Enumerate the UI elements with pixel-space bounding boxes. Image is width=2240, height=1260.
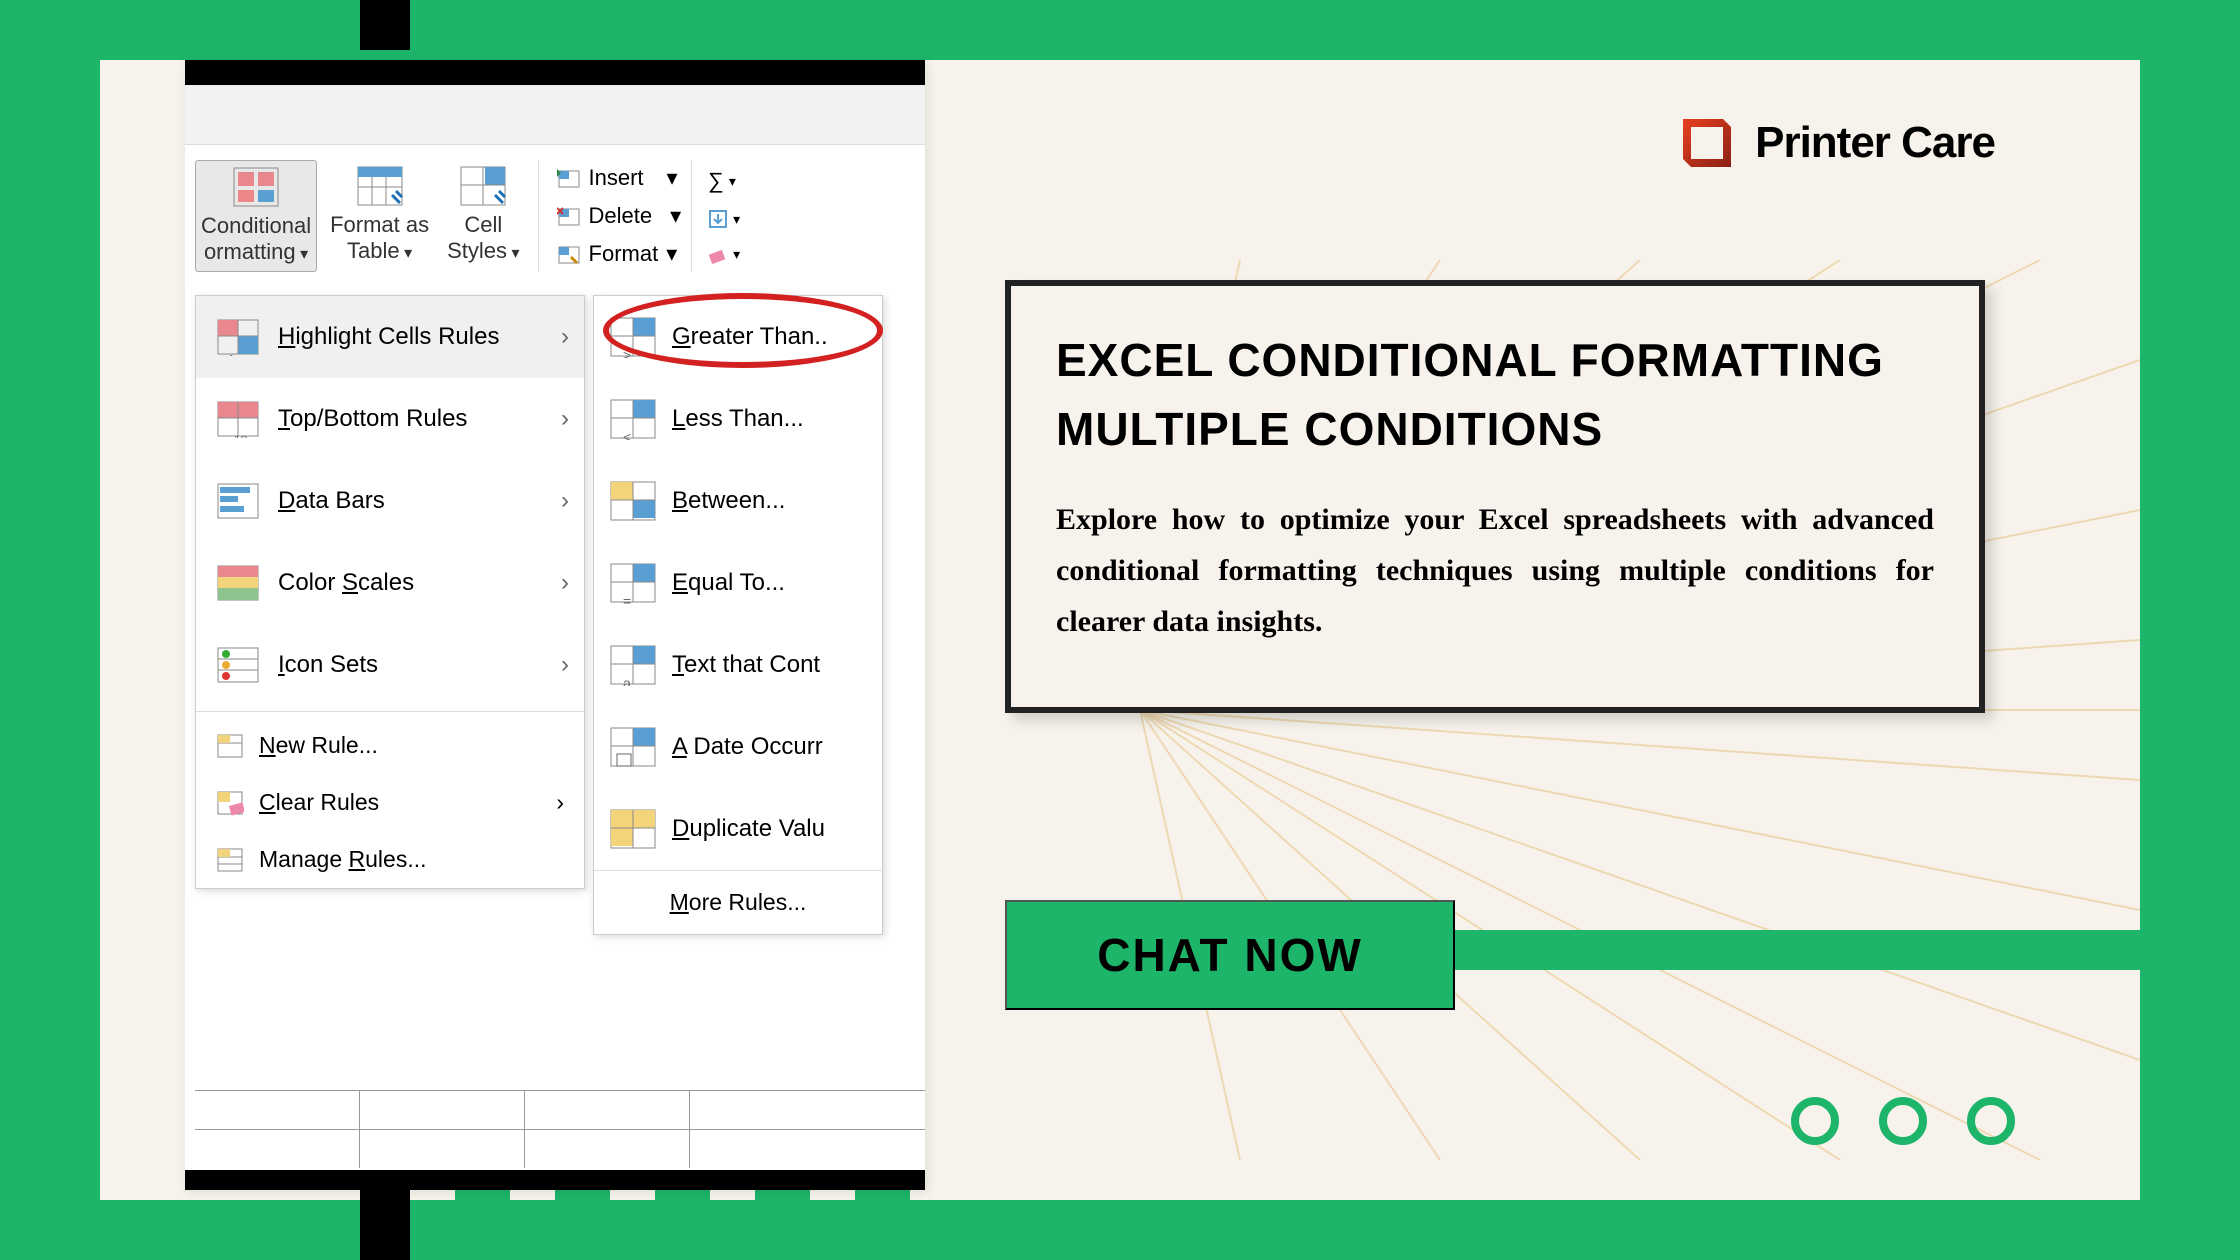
- clear-rules-icon: [216, 790, 244, 816]
- delete-icon: [557, 205, 581, 227]
- conditional-formatting-button[interactable]: Conditionalormatting: [195, 160, 317, 272]
- pagination-dots: [1791, 1097, 2015, 1145]
- highlight-cells-icon: ≤: [216, 318, 260, 356]
- fill-down-icon: [708, 209, 728, 229]
- between-item[interactable]: Between...: [594, 460, 882, 542]
- svg-text:=: =: [623, 593, 631, 604]
- svg-text:<: <: [623, 429, 631, 440]
- format-as-table-label: Format asTable: [330, 212, 429, 265]
- greater-than-icon: >: [609, 316, 657, 358]
- data-bars-icon: [216, 482, 260, 520]
- eraser-icon: [708, 244, 728, 264]
- new-rule-item[interactable]: New Rule...: [196, 717, 584, 774]
- highlight-cells-rules-item[interactable]: ≤ Highlight Cells Rules ›: [196, 296, 584, 378]
- manage-rules-item[interactable]: Manage Rules...: [196, 831, 584, 888]
- spreadsheet-cells[interactable]: [195, 1090, 925, 1165]
- date-occurring-icon: [609, 726, 657, 768]
- fill-button[interactable]: ▾: [708, 209, 740, 229]
- svg-text:10: 10: [234, 433, 248, 438]
- brand-name: Printer Care: [1755, 118, 1995, 168]
- insert-button[interactable]: Insert ▾: [557, 165, 682, 191]
- ribbon: Conditionalormatting Format asTable Cell…: [185, 145, 925, 287]
- chevron-right-icon: ›: [561, 487, 569, 515]
- format-as-table-icon: [356, 165, 404, 207]
- conditional-formatting-icon: [232, 166, 280, 208]
- text-contains-item[interactable]: a Text that Cont: [594, 624, 882, 706]
- color-scales-icon: [216, 564, 260, 602]
- svg-text:≤: ≤: [226, 351, 233, 356]
- format-button[interactable]: Format ▾: [557, 241, 682, 267]
- format-as-table-button[interactable]: Format asTable: [325, 160, 434, 272]
- svg-text:>: >: [623, 347, 631, 358]
- less-than-item[interactable]: < Less Than...: [594, 378, 882, 460]
- dot-2[interactable]: [1879, 1097, 1927, 1145]
- main-card: EXCEL CONDITIONAL FORMATTING MULTIPLE CO…: [1005, 280, 1985, 713]
- highlight-cells-submenu: > Greater Than.. < Less Than... Between.…: [593, 295, 883, 935]
- svg-text:a: a: [623, 675, 631, 686]
- manage-rules-icon: [216, 847, 244, 873]
- text-contains-icon: a: [609, 644, 657, 686]
- chevron-right-icon: ›: [556, 789, 564, 816]
- insert-icon: [557, 167, 581, 189]
- date-occurring-item[interactable]: A Date Occurr: [594, 706, 882, 788]
- color-scales-item[interactable]: Color Scales ›: [196, 542, 584, 624]
- equal-to-item[interactable]: = Equal To...: [594, 542, 882, 624]
- chevron-right-icon: ›: [561, 569, 569, 597]
- dot-1[interactable]: [1791, 1097, 1839, 1145]
- chevron-right-icon: ›: [561, 323, 569, 351]
- icon-sets-icon: [216, 646, 260, 684]
- top-bottom-icon: 10: [216, 400, 260, 438]
- cell-styles-label: CellStyles: [447, 212, 519, 265]
- more-rules-item[interactable]: More Rules...: [594, 870, 882, 934]
- format-icon: [557, 243, 581, 265]
- top-stripes: [360, 0, 910, 50]
- dot-3[interactable]: [1967, 1097, 2015, 1145]
- equal-to-icon: =: [609, 562, 657, 604]
- less-than-icon: <: [609, 398, 657, 440]
- new-rule-icon: [216, 733, 244, 759]
- brand-logo: Printer Care: [1679, 115, 1995, 171]
- cell-styles-icon: [459, 165, 507, 207]
- greater-than-item[interactable]: > Greater Than..: [594, 296, 882, 378]
- chevron-right-icon: ›: [561, 651, 569, 679]
- conditional-formatting-label: Conditionalormatting: [201, 213, 311, 266]
- data-bars-item[interactable]: Data Bars ›: [196, 460, 584, 542]
- sigma-icon: ∑: [708, 168, 724, 194]
- chat-now-button[interactable]: CHAT NOW: [1005, 900, 1455, 1010]
- clear-button[interactable]: ▾: [708, 244, 740, 264]
- top-bottom-rules-item[interactable]: 10 Top/Bottom Rules ›: [196, 378, 584, 460]
- conditional-formatting-menu: ≤ Highlight Cells Rules › 10 Top/Bottom …: [195, 295, 585, 889]
- autosum-button[interactable]: ∑ ▾: [708, 168, 740, 194]
- main-description: Explore how to optimize your Excel sprea…: [1056, 494, 1934, 647]
- icon-sets-item[interactable]: Icon Sets ›: [196, 624, 584, 706]
- duplicate-values-item[interactable]: Duplicate Valu: [594, 788, 882, 870]
- between-icon: [609, 480, 657, 522]
- cell-styles-button[interactable]: CellStyles: [442, 160, 538, 272]
- content-area: Conditionalormatting Format asTable Cell…: [100, 60, 2140, 1200]
- clear-rules-item[interactable]: Clear Rules ›: [196, 774, 584, 831]
- excel-screenshot: Conditionalormatting Format asTable Cell…: [185, 60, 925, 1190]
- chevron-right-icon: ›: [561, 405, 569, 433]
- main-title: EXCEL CONDITIONAL FORMATTING MULTIPLE CO…: [1056, 326, 1934, 464]
- brand-icon: [1679, 115, 1735, 171]
- delete-button[interactable]: Delete ▾: [557, 203, 682, 229]
- duplicate-values-icon: [609, 808, 657, 850]
